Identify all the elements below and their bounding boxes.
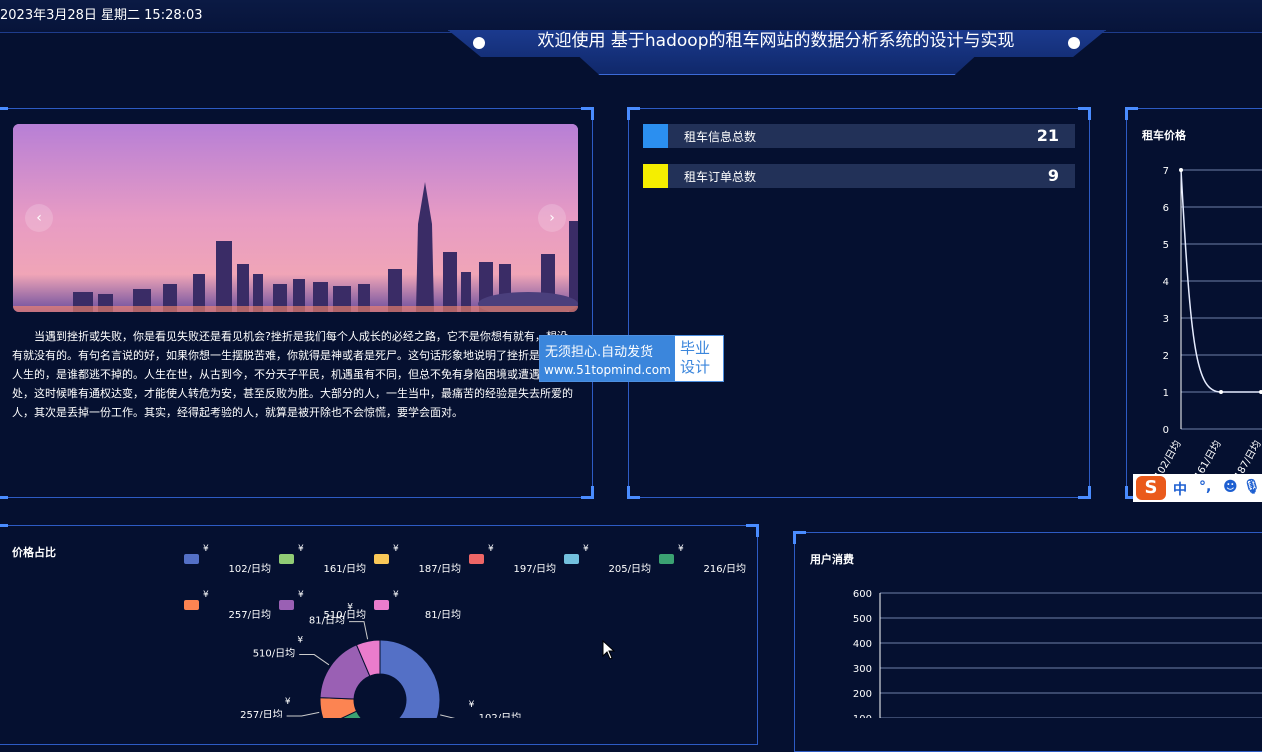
stat-color-icon	[643, 164, 668, 188]
watermark-line2: www.51topmind.com	[544, 363, 671, 377]
stat-row-rental-info: 租车信息总数 21	[643, 124, 1075, 148]
slice-unit: ¥	[347, 603, 353, 613]
legend-unit: ¥	[678, 544, 684, 554]
data-point	[1219, 390, 1223, 394]
legend-swatch	[279, 554, 294, 564]
legend-swatch	[469, 554, 484, 564]
legend-unit: ¥	[488, 544, 494, 554]
stat-value: 9	[1047, 166, 1059, 185]
data-point	[1179, 168, 1183, 172]
watermark-line1: 无须担心.自动发货	[545, 345, 654, 360]
legend-label: 205/日均	[609, 563, 651, 575]
ime-toolbar[interactable]: S 中 °, ☻ 🎙	[1133, 474, 1262, 502]
slice-label: 510/日均	[253, 648, 295, 660]
page-title: 欢迎使用 基于hadoop的租车网站的数据分析系统的设计与实现	[537, 31, 1015, 51]
legend-swatch	[184, 600, 199, 610]
intro-text: 当遇到挫折或失败，你是看见失败还是看见机会?挫折是我们每个人成长的必经之路，它不…	[12, 330, 573, 419]
slice-unit: ¥	[469, 700, 475, 710]
stat-label: 租车信息总数	[684, 130, 757, 144]
slice-leader	[348, 621, 369, 640]
stat-label: 租车订单总数	[684, 170, 757, 184]
watermark-ad[interactable]: 无须担心.自动发货 www.51topmind.com 毕业 设计	[539, 335, 724, 382]
slice-unit: ¥	[297, 636, 303, 646]
carousel-prev-button[interactable]: ‹	[25, 204, 53, 232]
legend-unit: ¥	[298, 590, 304, 600]
legend-unit: ¥	[298, 544, 304, 554]
y-tick-label: 400	[853, 639, 872, 650]
legend-label: 197/日均	[514, 563, 556, 575]
price-chart-title: 租车价格	[1142, 129, 1186, 142]
y-tick-label: 6	[1163, 203, 1169, 214]
city-skyline-image	[13, 124, 578, 312]
y-tick-label: 1	[1163, 388, 1169, 399]
y-tick-label: 600	[853, 589, 872, 600]
ime-punct-button[interactable]: °,	[1199, 479, 1211, 495]
sogou-logo-icon[interactable]: S	[1136, 476, 1166, 500]
image-carousel[interactable]: ‹ ›	[13, 124, 578, 312]
slice-label: 81/日均	[309, 615, 345, 627]
slice-leader	[299, 654, 330, 666]
mouse-cursor-icon	[602, 640, 616, 660]
slice-leader	[286, 711, 320, 717]
watermark-badge-line1: 毕业	[680, 339, 711, 357]
price-line-chart: 01234567102/日均 161/日均 187/日均	[1152, 166, 1262, 480]
slice-label: 102/日均	[479, 712, 521, 718]
legend-swatch	[184, 554, 199, 564]
legend-unit: ¥	[583, 544, 589, 554]
legend-unit: ¥	[393, 544, 399, 554]
legend-unit: ¥	[393, 590, 399, 600]
datetime-display: 2023年3月28日 星期二 15:28:03	[0, 8, 203, 23]
legend-swatch	[659, 554, 674, 564]
y-tick-label: 300	[853, 664, 872, 675]
legend-label: 81/日均	[425, 609, 461, 621]
y-tick-label: 200	[853, 689, 872, 700]
y-tick-label: 2	[1163, 351, 1169, 362]
y-tick-label: 100	[853, 714, 872, 718]
legend-unit: ¥	[203, 544, 209, 554]
legend-label: 187/日均	[419, 563, 461, 575]
emoji-icon[interactable]: ☻	[1223, 479, 1238, 495]
user-spend-bar-chart: 600 500 400 300 200 100	[853, 589, 1262, 718]
stat-value: 21	[1036, 126, 1059, 145]
y-tick-label: 4	[1163, 277, 1169, 288]
watermark-badge-line2: 设计	[680, 358, 711, 376]
stat-color-icon	[643, 124, 668, 148]
y-tick-label: 5	[1163, 240, 1169, 251]
y-tick-label: 7	[1163, 166, 1169, 177]
mic-icon[interactable]: 🎙	[1243, 479, 1261, 495]
price-share-pie-chart: ¥102/日均 ¥161/日均 ¥187/日均 ¥197/日均 ¥205/日均 ¥216/…	[184, 544, 746, 718]
legend-label: 216/日均	[704, 563, 746, 575]
legend-swatch	[374, 554, 389, 564]
legend-label: 161/日均	[324, 563, 366, 575]
slice-unit: ¥	[285, 697, 291, 707]
legend-swatch	[374, 600, 389, 610]
watermark-left: 无须担心.自动发货 www.51topmind.com	[540, 336, 675, 381]
legend-swatch	[564, 554, 579, 564]
legend-unit: ¥	[203, 590, 209, 600]
legend-swatch	[279, 600, 294, 610]
y-tick-label: 3	[1163, 314, 1169, 325]
carousel-next-button[interactable]: ›	[538, 204, 566, 232]
y-tick-label: 500	[853, 614, 872, 625]
user-spend-title: 用户消费	[810, 553, 854, 566]
stat-row-rental-orders: 租车订单总数 9	[643, 164, 1075, 188]
ime-mode-button[interactable]: 中	[1173, 479, 1187, 499]
watermark-badge: 毕业 设计	[680, 339, 710, 377]
legend-label: 102/日均	[229, 563, 271, 575]
legend-label: 257/日均	[229, 609, 271, 621]
slice-label: 257/日均	[240, 709, 282, 718]
y-tick-label: 0	[1163, 425, 1169, 436]
